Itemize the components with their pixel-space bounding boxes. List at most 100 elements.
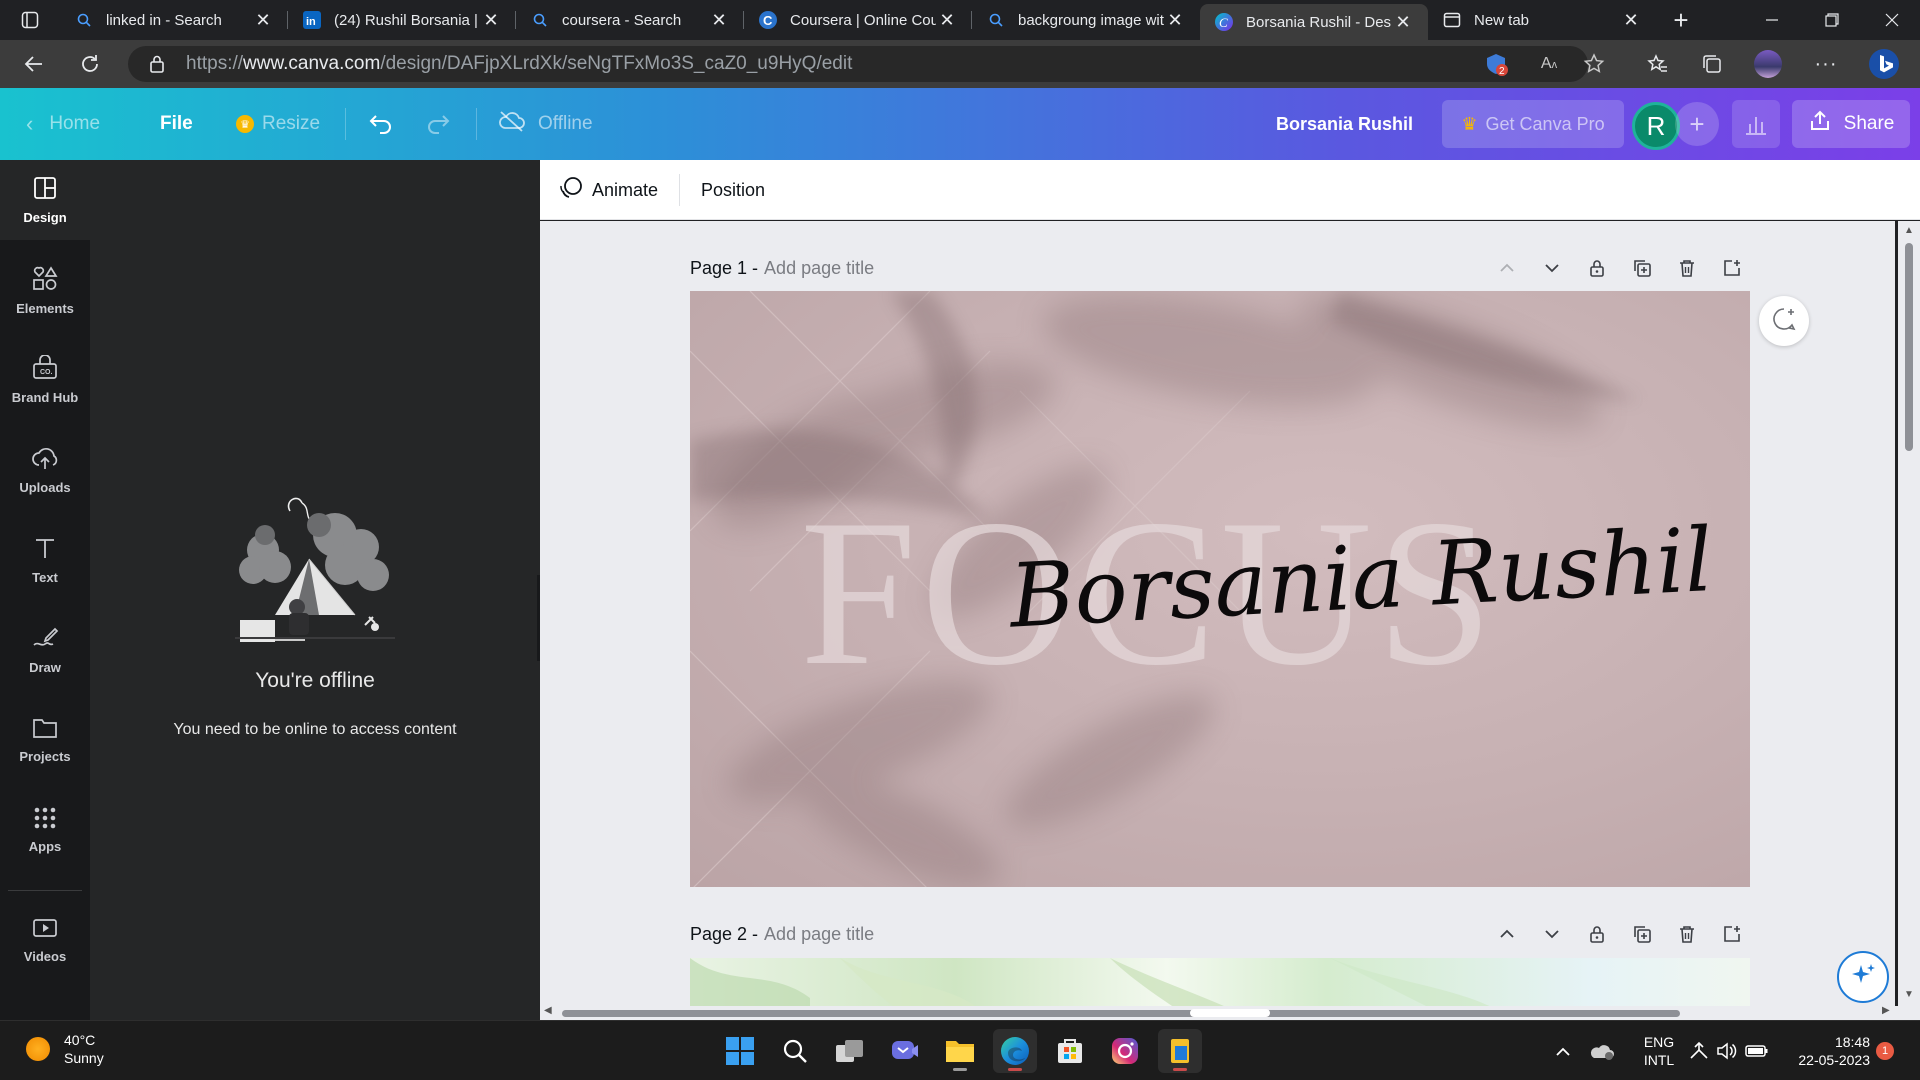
- more-options-icon[interactable]: ···: [1810, 48, 1842, 80]
- back-icon[interactable]: [14, 44, 54, 84]
- show-hidden-icons-icon[interactable]: [1548, 1021, 1578, 1080]
- scroll-thumb[interactable]: [562, 1010, 1680, 1017]
- onedrive-icon[interactable]: [1585, 1021, 1619, 1080]
- close-tab-icon[interactable]: ✕: [1164, 9, 1186, 31]
- extension-badge-icon[interactable]: 2: [1482, 50, 1510, 78]
- lock-icon[interactable]: [1583, 254, 1611, 282]
- magic-assistant-button[interactable]: [1837, 951, 1889, 1003]
- resize-button[interactable]: ♛ Resize: [236, 88, 320, 160]
- notification-badge[interactable]: 1: [1876, 1042, 1894, 1060]
- animate-button[interactable]: Animate: [558, 160, 658, 220]
- duplicate-page-icon[interactable]: [1628, 920, 1656, 948]
- add-page-icon[interactable]: [1718, 254, 1746, 282]
- weather-widget[interactable]: 40°C Sunny: [26, 1031, 104, 1067]
- move-down-icon[interactable]: [1538, 920, 1566, 948]
- scroll-down-icon[interactable]: ▼: [1904, 989, 1914, 1000]
- rail-item-uploads[interactable]: Uploads: [0, 430, 90, 510]
- page-title-input[interactable]: Add page title: [764, 258, 874, 279]
- instagram-icon[interactable]: [1103, 1029, 1147, 1073]
- lock-icon[interactable]: [148, 54, 168, 74]
- rail-item-draw[interactable]: Draw: [0, 610, 90, 690]
- read-aloud-icon[interactable]: Aʌ: [1535, 50, 1563, 78]
- close-window-icon[interactable]: [1862, 0, 1920, 40]
- rail-item-design[interactable]: Design: [0, 160, 90, 240]
- url-text[interactable]: https://www.canva.com/design/DAFjpXLrdXk…: [186, 53, 852, 75]
- delete-page-icon[interactable]: [1673, 920, 1701, 948]
- edge-icon[interactable]: [993, 1029, 1037, 1073]
- refresh-icon[interactable]: [70, 44, 110, 84]
- lock-icon[interactable]: [1583, 920, 1611, 948]
- minimize-icon[interactable]: [1742, 0, 1802, 40]
- url-bar[interactable]: https://www.canva.com/design/DAFjpXLrdXk…: [128, 46, 1588, 82]
- rail-item-videos[interactable]: Videos: [0, 900, 90, 980]
- vertical-scrollbar[interactable]: ▲ ▼: [1898, 221, 1920, 1006]
- close-tab-icon[interactable]: ✕: [252, 9, 274, 31]
- offline-status[interactable]: Offline: [498, 88, 593, 160]
- sticky-app-icon[interactable]: [1158, 1029, 1202, 1073]
- browser-tab-linkedin[interactable]: in (24) Rushil Borsania | LinkedIn ✕: [288, 0, 516, 40]
- start-icon[interactable]: [718, 1029, 762, 1073]
- close-tab-icon[interactable]: ✕: [708, 9, 730, 31]
- scroll-right-icon[interactable]: ▶: [1882, 1005, 1890, 1016]
- duplicate-page-icon[interactable]: [1628, 254, 1656, 282]
- bing-copilot-icon[interactable]: [1868, 48, 1900, 80]
- add-people-button[interactable]: +: [1675, 102, 1719, 146]
- scroll-up-icon[interactable]: ▲: [1904, 225, 1914, 236]
- home-button[interactable]: ‹ Home: [26, 88, 100, 160]
- position-button[interactable]: Position: [701, 160, 765, 220]
- system-clock[interactable]: 18:48 22-05-2023: [1780, 1033, 1870, 1069]
- file-menu-button[interactable]: File: [160, 88, 193, 160]
- design-title[interactable]: Borsania Rushil: [1276, 88, 1413, 160]
- move-up-icon[interactable]: [1493, 920, 1521, 948]
- close-tab-icon[interactable]: ✕: [936, 9, 958, 31]
- user-avatar[interactable]: R: [1632, 102, 1680, 150]
- get-canva-pro-button[interactable]: ♛ Get Canva Pro: [1442, 100, 1624, 148]
- close-tab-icon[interactable]: ✕: [1620, 9, 1642, 31]
- collections-icon[interactable]: [1696, 48, 1728, 80]
- tab-actions-icon[interactable]: [0, 0, 60, 40]
- page-title-input[interactable]: Add page title: [764, 924, 874, 945]
- volume-icon[interactable]: [1713, 1021, 1739, 1080]
- videos-icon: [31, 916, 59, 943]
- insights-icon[interactable]: [1732, 100, 1780, 148]
- share-button[interactable]: Share: [1792, 100, 1910, 148]
- new-tab-button[interactable]: +: [1656, 0, 1706, 40]
- design-page-1[interactable]: FOCUS Borsania Rushil: [690, 291, 1750, 887]
- scroll-left-icon[interactable]: ◀: [544, 1005, 552, 1016]
- task-view-icon[interactable]: [828, 1029, 872, 1073]
- horizontal-scrollbar[interactable]: ◀ ▶: [540, 1005, 1920, 1020]
- file-explorer-icon[interactable]: [938, 1029, 982, 1073]
- rail-item-text[interactable]: Text: [0, 520, 90, 600]
- delete-page-icon[interactable]: [1673, 254, 1701, 282]
- search-icon[interactable]: [773, 1029, 817, 1073]
- redo-icon[interactable]: [425, 88, 451, 160]
- rail-item-elements[interactable]: Elements: [0, 250, 90, 330]
- browser-tab-background-search[interactable]: backgroung image with ✕: [972, 0, 1200, 40]
- teams-chat-icon[interactable]: [883, 1029, 927, 1073]
- undo-icon[interactable]: [368, 88, 394, 160]
- browser-tab-coursera[interactable]: C Coursera | Online Courses ✕: [744, 0, 972, 40]
- rail-item-apps[interactable]: Apps: [0, 790, 90, 870]
- move-down-icon[interactable]: [1538, 254, 1566, 282]
- browser-tab-linkedin-search[interactable]: linked in - Search ✕: [60, 0, 288, 40]
- language-indicator[interactable]: ENG INTL: [1636, 1033, 1682, 1069]
- battery-icon[interactable]: [1742, 1021, 1772, 1080]
- rail-item-projects[interactable]: Projects: [0, 700, 90, 780]
- close-tab-icon[interactable]: ✕: [1392, 11, 1414, 33]
- microsoft-store-icon[interactable]: [1048, 1029, 1092, 1073]
- rail-item-brand-hub[interactable]: CO. Brand Hub: [0, 340, 90, 420]
- design-page-2[interactable]: [690, 958, 1750, 1006]
- add-page-icon[interactable]: [1718, 920, 1746, 948]
- close-tab-icon[interactable]: ✕: [480, 9, 502, 31]
- scroll-thumb[interactable]: [1905, 243, 1913, 451]
- browser-tab-canva-active[interactable]: C Borsania Rushil - Desktop ✕: [1200, 4, 1428, 40]
- add-comment-button[interactable]: [1759, 296, 1809, 346]
- network-icon[interactable]: [1686, 1021, 1712, 1080]
- restore-icon[interactable]: [1802, 0, 1862, 40]
- browser-tab-new[interactable]: New tab ✕: [1428, 0, 1656, 40]
- profile-avatar-icon[interactable]: [1752, 48, 1784, 80]
- add-favorite-icon[interactable]: [1580, 50, 1608, 78]
- browser-tab-coursera-search[interactable]: coursera - Search ✕: [516, 0, 744, 40]
- favorites-icon[interactable]: [1642, 48, 1674, 80]
- move-up-icon[interactable]: [1493, 254, 1521, 282]
